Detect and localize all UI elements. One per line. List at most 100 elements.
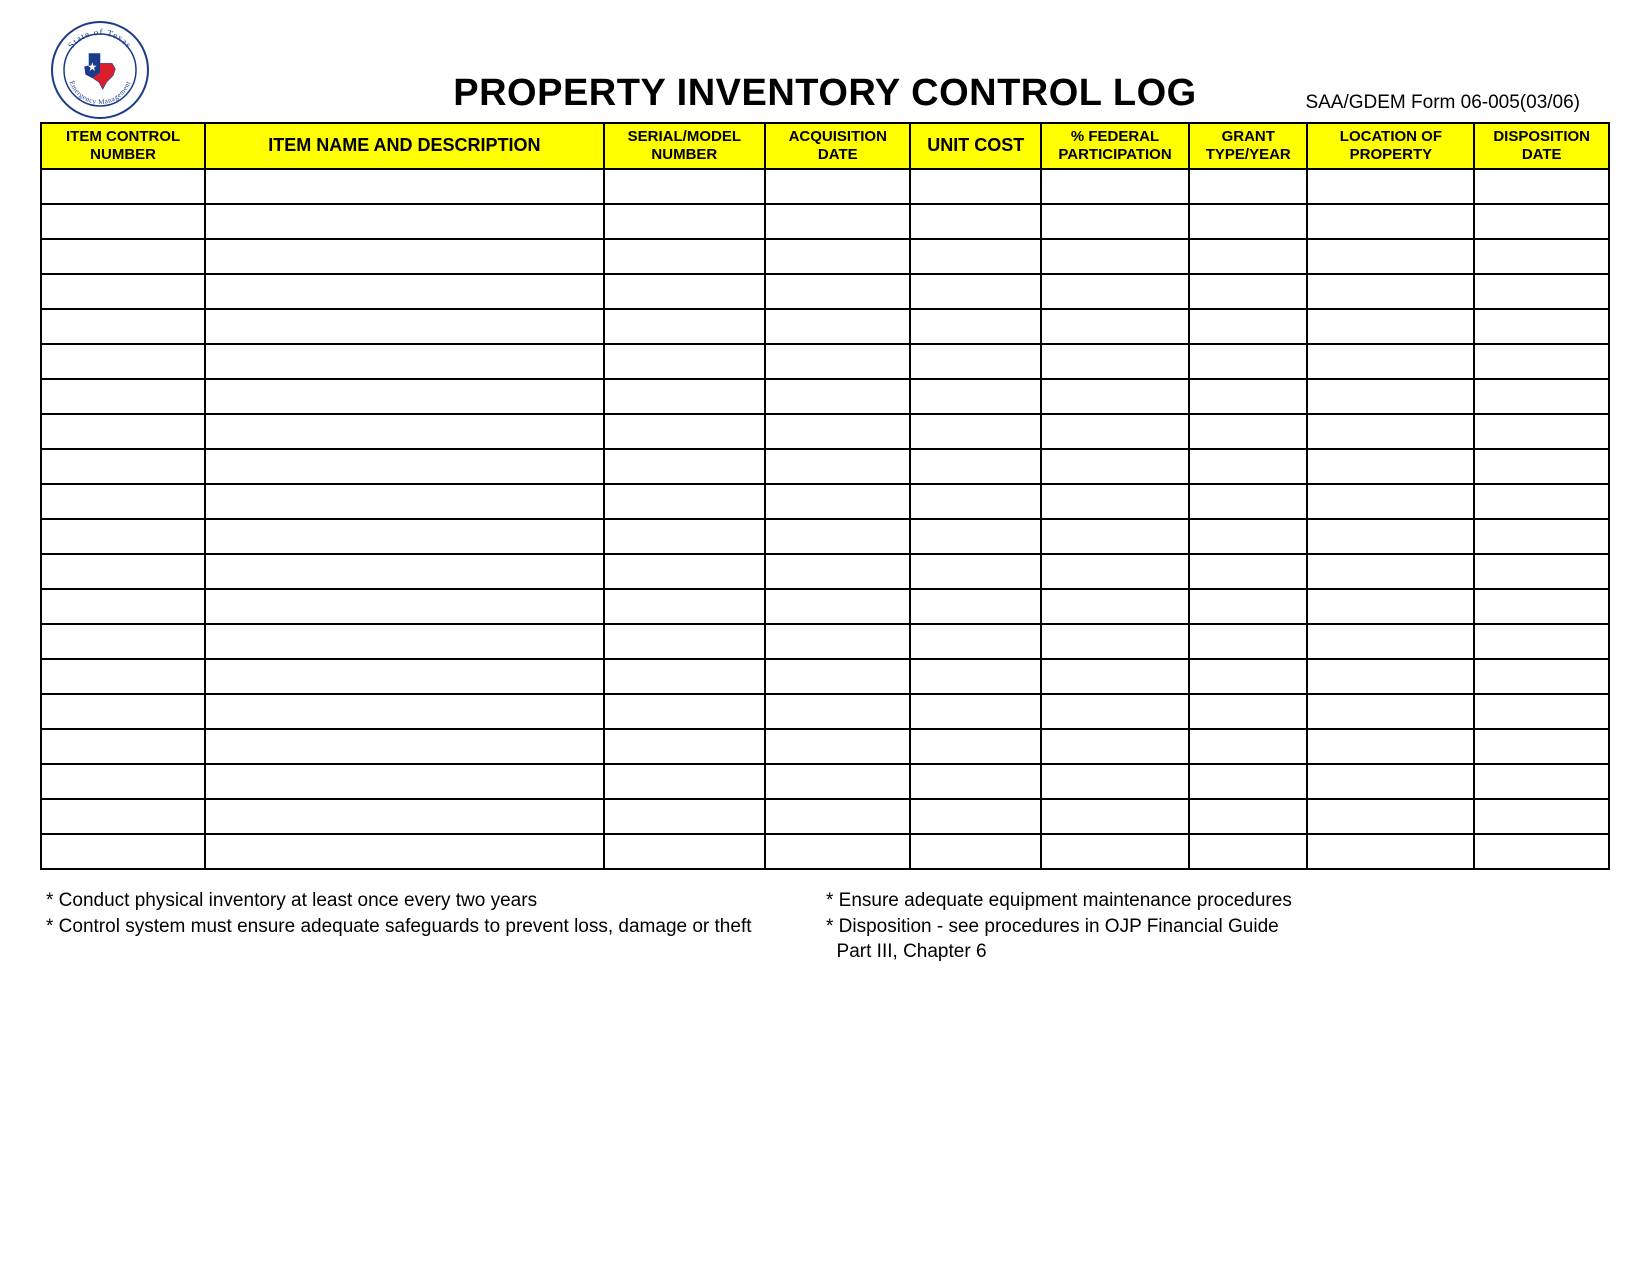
table-cell[interactable]: [765, 694, 910, 729]
table-cell[interactable]: [1041, 764, 1189, 799]
table-cell[interactable]: [1041, 799, 1189, 834]
table-cell[interactable]: [1189, 554, 1307, 589]
table-cell[interactable]: [1189, 519, 1307, 554]
table-cell[interactable]: [604, 799, 766, 834]
table-cell[interactable]: [604, 764, 766, 799]
table-cell[interactable]: [1189, 204, 1307, 239]
table-cell[interactable]: [1474, 554, 1609, 589]
table-cell[interactable]: [205, 414, 603, 449]
table-cell[interactable]: [765, 344, 910, 379]
table-cell[interactable]: [41, 519, 205, 554]
table-cell[interactable]: [765, 204, 910, 239]
table-cell[interactable]: [1041, 449, 1189, 484]
table-cell[interactable]: [41, 414, 205, 449]
table-cell[interactable]: [1474, 379, 1609, 414]
table-cell[interactable]: [1041, 414, 1189, 449]
table-cell[interactable]: [205, 589, 603, 624]
table-cell[interactable]: [1189, 834, 1307, 869]
table-cell[interactable]: [41, 799, 205, 834]
table-cell[interactable]: [604, 484, 766, 519]
table-cell[interactable]: [1041, 239, 1189, 274]
table-cell[interactable]: [1189, 799, 1307, 834]
table-cell[interactable]: [604, 589, 766, 624]
table-cell[interactable]: [1189, 659, 1307, 694]
table-cell[interactable]: [604, 204, 766, 239]
table-cell[interactable]: [205, 554, 603, 589]
table-cell[interactable]: [765, 554, 910, 589]
table-cell[interactable]: [41, 274, 205, 309]
table-cell[interactable]: [765, 274, 910, 309]
table-cell[interactable]: [1474, 694, 1609, 729]
table-cell[interactable]: [1189, 729, 1307, 764]
table-cell[interactable]: [205, 204, 603, 239]
table-cell[interactable]: [604, 624, 766, 659]
table-cell[interactable]: [765, 799, 910, 834]
table-cell[interactable]: [1041, 379, 1189, 414]
table-cell[interactable]: [1189, 379, 1307, 414]
table-cell[interactable]: [41, 764, 205, 799]
table-cell[interactable]: [1189, 414, 1307, 449]
table-cell[interactable]: [910, 379, 1041, 414]
table-cell[interactable]: [1307, 519, 1474, 554]
table-cell[interactable]: [1307, 834, 1474, 869]
table-cell[interactable]: [1041, 589, 1189, 624]
table-cell[interactable]: [1474, 239, 1609, 274]
table-cell[interactable]: [910, 309, 1041, 344]
table-cell[interactable]: [1189, 624, 1307, 659]
table-cell[interactable]: [1307, 484, 1474, 519]
table-cell[interactable]: [765, 309, 910, 344]
table-cell[interactable]: [1474, 589, 1609, 624]
table-cell[interactable]: [41, 344, 205, 379]
table-cell[interactable]: [205, 659, 603, 694]
table-cell[interactable]: [910, 484, 1041, 519]
table-cell[interactable]: [1189, 274, 1307, 309]
table-cell[interactable]: [1307, 309, 1474, 344]
table-cell[interactable]: [1307, 659, 1474, 694]
table-cell[interactable]: [41, 379, 205, 414]
table-cell[interactable]: [910, 659, 1041, 694]
table-cell[interactable]: [1474, 169, 1609, 204]
table-cell[interactable]: [1041, 834, 1189, 869]
table-cell[interactable]: [205, 239, 603, 274]
table-cell[interactable]: [1474, 344, 1609, 379]
table-cell[interactable]: [910, 449, 1041, 484]
table-cell[interactable]: [765, 484, 910, 519]
table-cell[interactable]: [205, 344, 603, 379]
table-cell[interactable]: [1189, 344, 1307, 379]
table-cell[interactable]: [41, 449, 205, 484]
table-cell[interactable]: [1474, 764, 1609, 799]
table-cell[interactable]: [1041, 554, 1189, 589]
table-cell[interactable]: [910, 274, 1041, 309]
table-cell[interactable]: [910, 169, 1041, 204]
table-cell[interactable]: [1307, 554, 1474, 589]
table-cell[interactable]: [765, 624, 910, 659]
table-cell[interactable]: [604, 344, 766, 379]
table-cell[interactable]: [1307, 624, 1474, 659]
table-cell[interactable]: [765, 449, 910, 484]
table-cell[interactable]: [765, 834, 910, 869]
table-cell[interactable]: [765, 519, 910, 554]
table-cell[interactable]: [205, 379, 603, 414]
table-cell[interactable]: [1307, 379, 1474, 414]
table-cell[interactable]: [1474, 414, 1609, 449]
table-cell[interactable]: [910, 799, 1041, 834]
table-cell[interactable]: [1474, 729, 1609, 764]
table-cell[interactable]: [1474, 484, 1609, 519]
table-cell[interactable]: [1474, 519, 1609, 554]
table-cell[interactable]: [41, 694, 205, 729]
table-cell[interactable]: [604, 239, 766, 274]
table-cell[interactable]: [604, 659, 766, 694]
table-cell[interactable]: [1041, 274, 1189, 309]
table-cell[interactable]: [765, 764, 910, 799]
table-cell[interactable]: [205, 694, 603, 729]
table-cell[interactable]: [1307, 169, 1474, 204]
table-cell[interactable]: [1041, 309, 1189, 344]
table-cell[interactable]: [1307, 204, 1474, 239]
table-cell[interactable]: [604, 519, 766, 554]
table-cell[interactable]: [1307, 799, 1474, 834]
table-cell[interactable]: [910, 344, 1041, 379]
table-cell[interactable]: [1189, 239, 1307, 274]
table-cell[interactable]: [1041, 344, 1189, 379]
table-cell[interactable]: [205, 274, 603, 309]
table-cell[interactable]: [910, 764, 1041, 799]
